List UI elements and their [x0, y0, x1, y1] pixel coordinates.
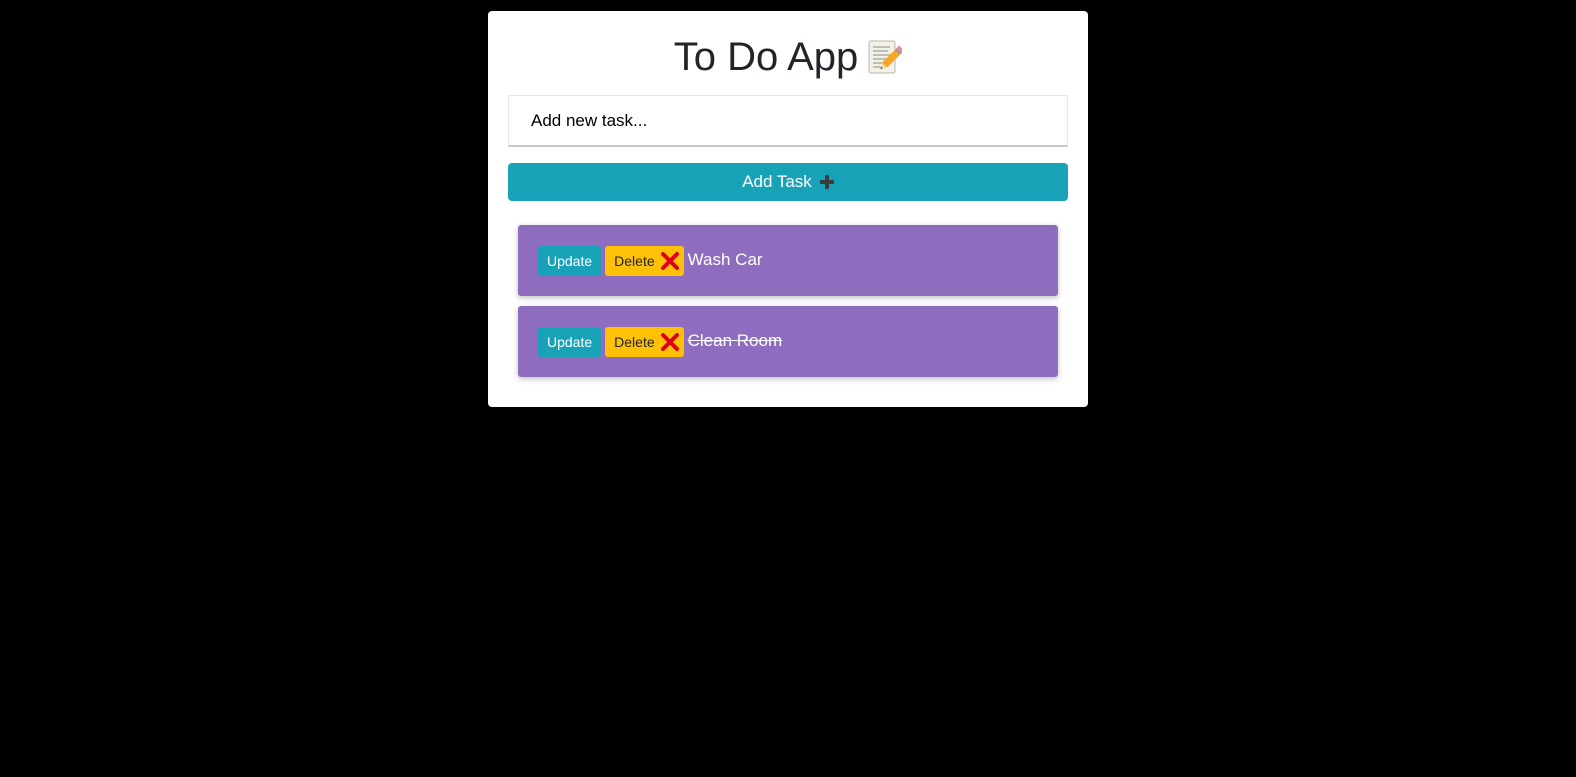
add-task-button[interactable]: Add Task: [508, 163, 1068, 201]
delete-button-label: Delete: [614, 333, 655, 350]
delete-button[interactable]: Delete: [605, 326, 684, 357]
delete-button[interactable]: Delete: [605, 245, 684, 276]
task-text-completed: Clean Room: [687, 330, 783, 350]
update-button-label: Update: [547, 252, 593, 269]
app-card: To Do App Add Task Update Delete Wash Ca…: [488, 11, 1088, 407]
task-item: Update Delete Wash Car: [518, 225, 1058, 296]
page-title: To Do App: [488, 33, 1088, 81]
task-item: Update Delete Clean Room: [518, 306, 1058, 377]
plus-icon: [819, 175, 834, 189]
update-button[interactable]: Update: [538, 326, 602, 357]
cross-mark-icon: [660, 332, 680, 352]
task-list: Update Delete Wash Car Update Delete Cle…: [518, 225, 1058, 387]
task-text: Wash Car: [687, 249, 763, 269]
update-button-label: Update: [547, 333, 593, 350]
page-title-text: To Do App: [673, 35, 859, 79]
memo-icon: [866, 38, 905, 74]
cross-mark-icon: [660, 251, 680, 271]
add-task-label: Add Task: [742, 172, 812, 191]
new-task-input[interactable]: [508, 95, 1068, 147]
delete-button-label: Delete: [614, 252, 655, 269]
update-button[interactable]: Update: [538, 245, 602, 276]
